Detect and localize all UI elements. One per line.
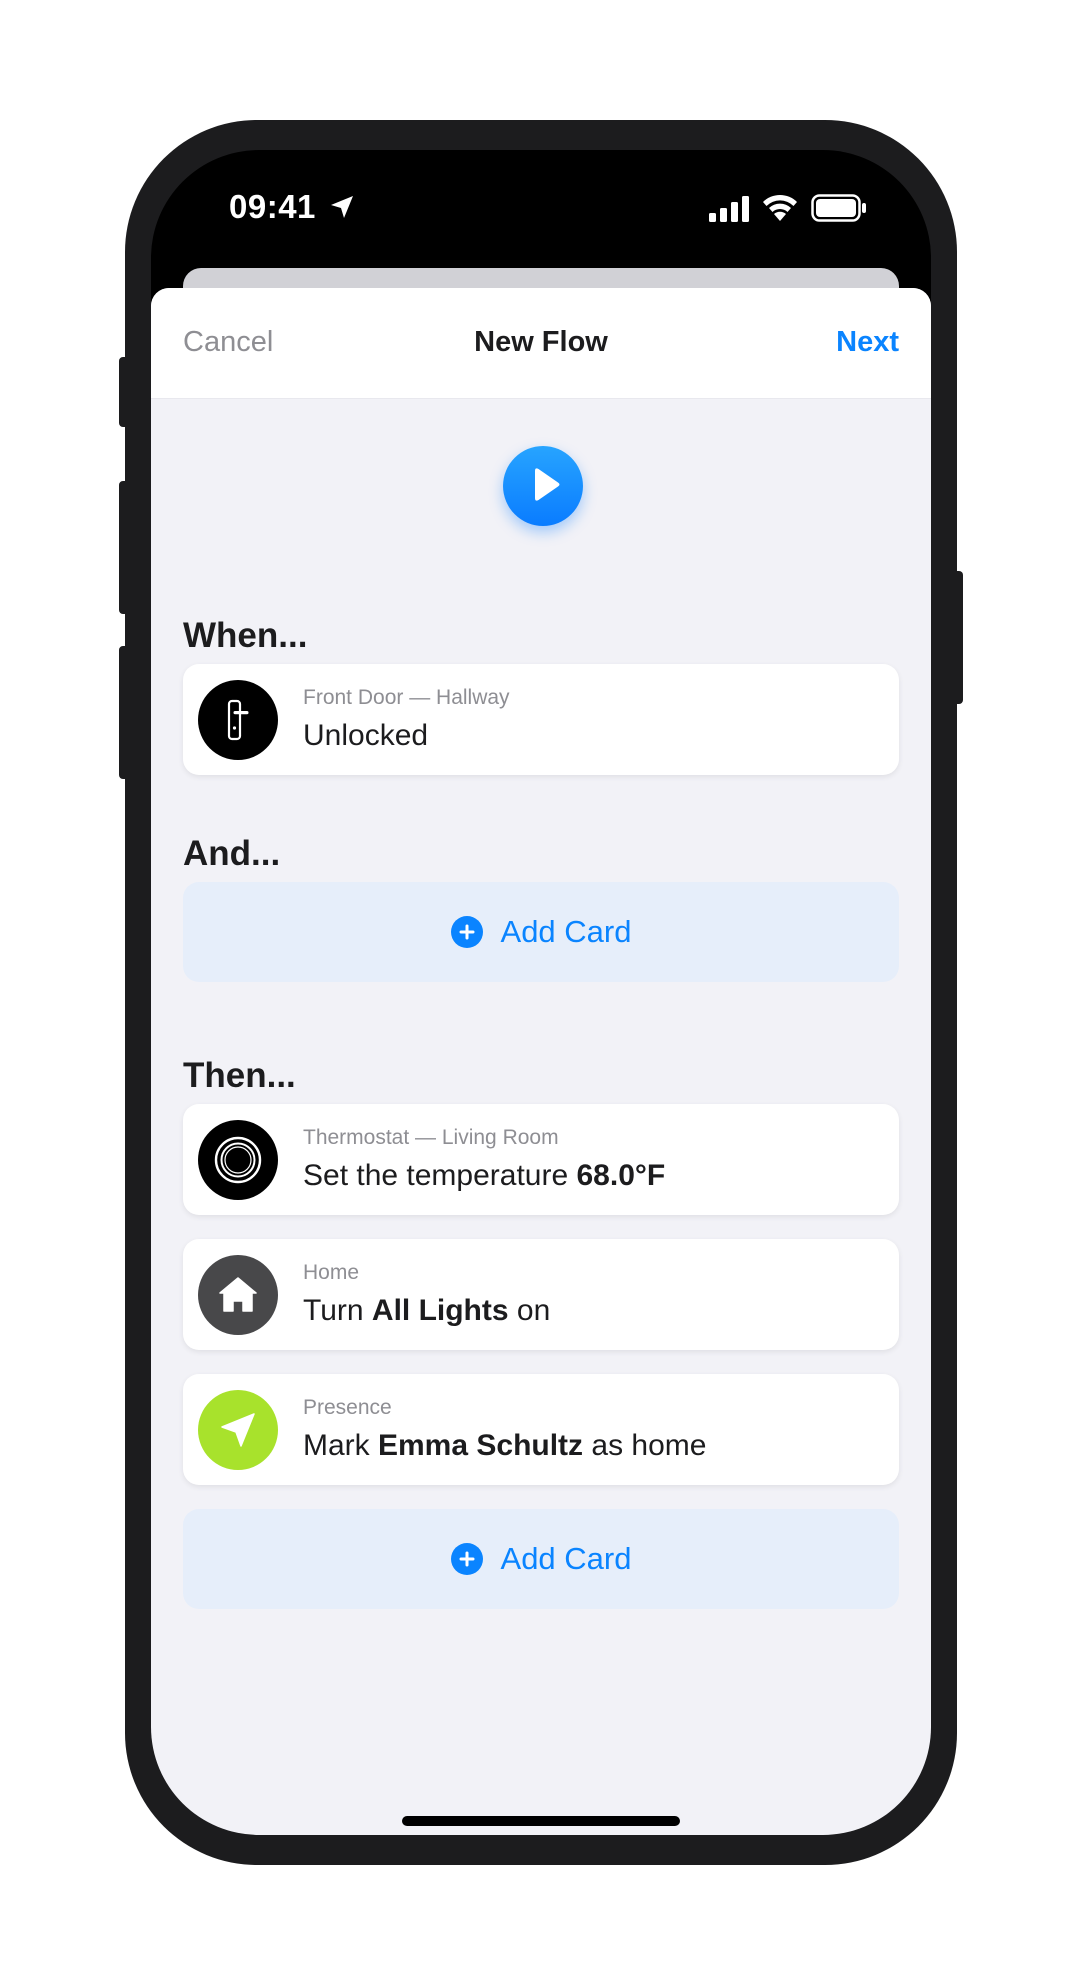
presence-arrow-icon <box>198 1390 278 1470</box>
card-text: Set the temperature 68.0°F <box>303 1159 665 1193</box>
home-icon <box>198 1255 278 1335</box>
card-text-suffix: on <box>508 1294 551 1327</box>
card-text: Unlocked <box>303 719 429 752</box>
card-subtitle: Thermostat — Living Room <box>303 1126 559 1149</box>
thermostat-icon <box>198 1120 278 1200</box>
page-title: New Flow <box>474 326 608 358</box>
card-text: Turn All Lights on <box>303 1294 550 1328</box>
then-heading: Then... <box>183 1056 296 1095</box>
new-flow-sheet: Cancel New Flow Next When... Front Door … <box>151 288 931 1835</box>
card-text-prefix: Mark <box>303 1429 378 1462</box>
card-subtitle: Presence <box>303 1396 392 1419</box>
wifi-icon <box>763 194 797 221</box>
next-button[interactable]: Next <box>836 326 899 359</box>
when-heading: When... <box>183 616 308 655</box>
card-text-suffix: as home <box>583 1429 707 1462</box>
plus-circle-icon <box>450 1543 483 1575</box>
card-text-prefix: Turn <box>303 1294 372 1327</box>
temperature-value: 68.0°F <box>576 1159 666 1192</box>
add-card-label: Add Card <box>500 914 632 949</box>
and-heading: And... <box>183 834 281 873</box>
then-add-card-button[interactable]: Add Card <box>183 1509 899 1609</box>
play-flow-button[interactable] <box>503 446 583 526</box>
when-card-front-door[interactable]: Front Door — Hallway Unlocked <box>183 664 899 775</box>
card-text-prefix: Set the temperature <box>303 1159 577 1192</box>
home-indicator[interactable] <box>402 1816 680 1826</box>
then-card-home[interactable]: Home Turn All Lights on <box>183 1239 899 1350</box>
status-bar: 09:41 <box>151 150 931 270</box>
and-add-card-button[interactable]: Add Card <box>183 882 899 982</box>
then-card-presence[interactable]: Presence Mark Emma Schultz as home <box>183 1374 899 1485</box>
card-subtitle: Home <box>303 1261 360 1284</box>
phone-screen: 09:41 Cancel New Flow Next When... Front… <box>151 150 931 1835</box>
status-time: 09:41 <box>229 188 316 225</box>
cellular-signal-icon <box>709 196 749 222</box>
lights-target: All Lights <box>371 1294 509 1327</box>
door-lock-icon <box>198 680 278 760</box>
card-subtitle: Front Door — Hallway <box>303 686 510 709</box>
location-arrow-icon <box>331 196 353 218</box>
then-card-thermostat[interactable]: Thermostat — Living Room Set the tempera… <box>183 1104 899 1215</box>
play-icon <box>535 468 560 501</box>
add-card-label: Add Card <box>500 1541 632 1576</box>
battery-icon <box>811 194 866 222</box>
person-name: Emma Schultz <box>378 1429 584 1462</box>
plus-circle-icon <box>450 916 483 948</box>
nav-bar: Cancel New Flow Next <box>151 288 931 399</box>
card-text: Mark Emma Schultz as home <box>303 1429 706 1463</box>
